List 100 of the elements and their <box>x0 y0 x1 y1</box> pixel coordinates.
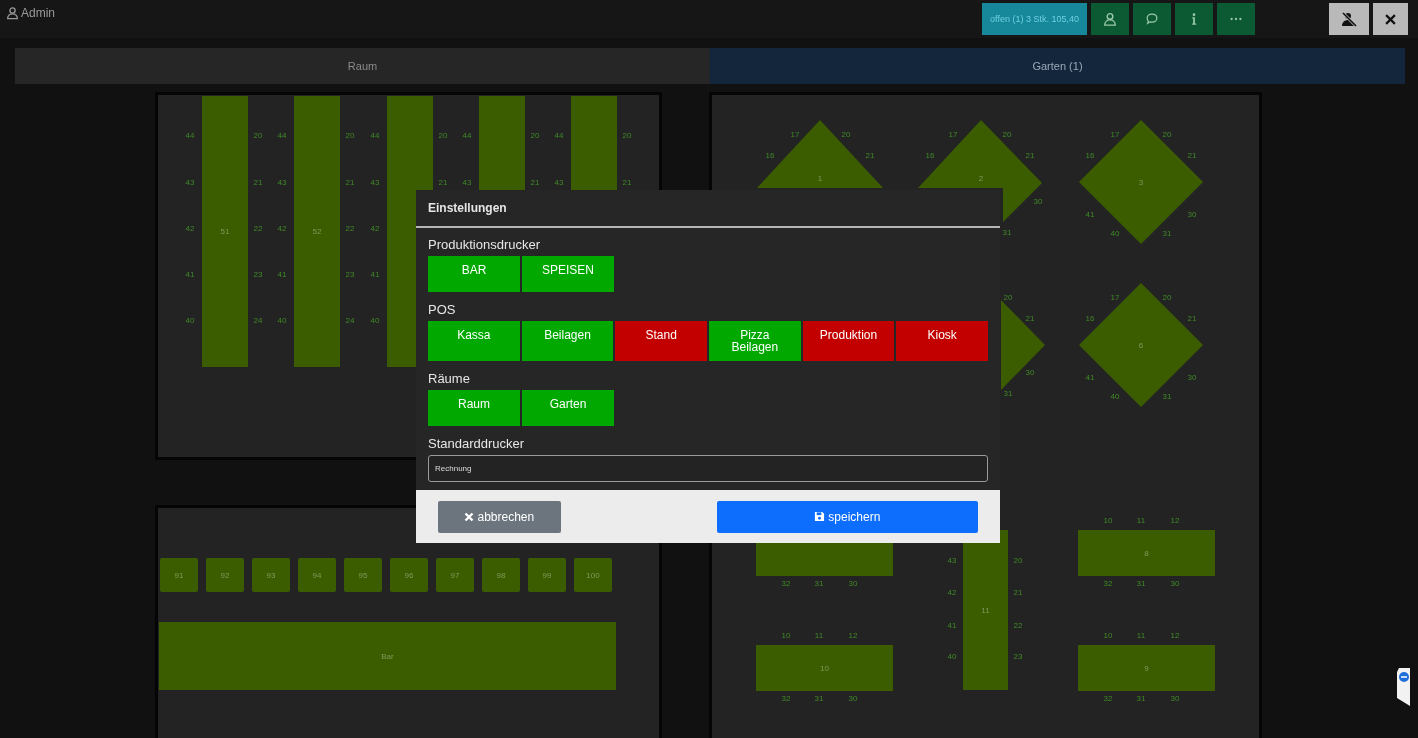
seat-number: 31 <box>1003 388 1013 398</box>
seat-number: 20 <box>438 130 448 140</box>
section-label: Produktionsdrucker <box>428 237 541 252</box>
seat-number: 40 <box>947 651 957 661</box>
seat-number: 12 <box>848 630 858 640</box>
table[interactable]: 95 <box>344 558 382 592</box>
seat-number: 17 <box>1110 292 1120 302</box>
toggle-button[interactable]: BAR <box>428 256 520 292</box>
seat-number: 31 <box>814 693 824 703</box>
seat-number: 17 <box>948 129 958 139</box>
toggle-button[interactable]: Kiosk <box>896 321 989 361</box>
toggle-button[interactable]: Beilagen <box>521 321 614 361</box>
table[interactable]: 51 <box>202 96 248 367</box>
toggle-button[interactable]: Raum <box>428 390 520 426</box>
chat-button[interactable] <box>1133 3 1171 35</box>
seat-number: 31 <box>1162 391 1172 401</box>
person-icon <box>1103 12 1117 26</box>
toggle-button[interactable]: SPEISEN <box>522 256 614 292</box>
seat-number: 41 <box>1085 209 1095 219</box>
seat-number: 32 <box>1103 693 1113 703</box>
room-tab[interactable]: Raum <box>15 48 710 84</box>
table[interactable]: 52 <box>294 96 340 367</box>
seat-number: 21 <box>253 177 263 187</box>
seat-number: 22 <box>1013 620 1023 630</box>
side-tab-icon[interactable] <box>1395 668 1410 706</box>
table[interactable]: Bar <box>159 622 616 690</box>
seat-number: 11 <box>1136 630 1146 640</box>
table[interactable]: 9 <box>1078 645 1215 691</box>
room-tab[interactable]: Garten (1) <box>710 48 1405 84</box>
seat-number: 20 <box>1013 555 1023 565</box>
seat-number: 21 <box>438 177 448 187</box>
seat-number: 21 <box>1025 150 1035 160</box>
toggle-button[interactable]: Garten <box>522 390 614 426</box>
seat-number: 21 <box>1187 313 1197 323</box>
table[interactable]: 99 <box>528 558 566 592</box>
seat-number: 16 <box>925 150 935 160</box>
dialog-title: Einstellungen <box>428 201 507 215</box>
seat-number: 30 <box>1170 578 1180 588</box>
seat-number: 10 <box>781 630 791 640</box>
toggle-button[interactable]: Pizza Beilagen <box>709 321 801 361</box>
seat-number: 30 <box>1187 372 1197 382</box>
user-icon <box>6 6 19 20</box>
table[interactable]: 100 <box>574 558 612 592</box>
seat-number: 20 <box>1162 292 1172 302</box>
table[interactable]: 97 <box>436 558 474 592</box>
table-number: 3 <box>1138 177 1144 187</box>
seat-number: 42 <box>185 223 195 233</box>
seat-number: 30 <box>1033 196 1043 206</box>
seat-number: 21 <box>1025 313 1035 323</box>
person-button[interactable] <box>1091 3 1129 35</box>
seat-number: 21 <box>622 177 632 187</box>
seat-number: 44 <box>370 130 380 140</box>
close-button[interactable] <box>1373 3 1408 35</box>
seat-number: 43 <box>462 177 472 187</box>
seat-number: 30 <box>848 578 858 588</box>
seat-number: 43 <box>554 177 564 187</box>
user-off-button[interactable] <box>1329 3 1369 35</box>
seat-number: 21 <box>345 177 355 187</box>
seat-number: 31 <box>1136 578 1146 588</box>
seat-number: 40 <box>1110 391 1120 401</box>
cancel-button[interactable]: abbrechen <box>438 500 561 533</box>
seat-number: 32 <box>1103 578 1113 588</box>
seat-number: 41 <box>185 269 195 279</box>
seat-number: 17 <box>790 129 800 139</box>
order-button[interactable]: offen (1) 3 Stk. 105,40 <box>982 3 1087 35</box>
table[interactable]: 91 <box>160 558 198 592</box>
seat-number: 12 <box>1170 515 1180 525</box>
seat-number: 32 <box>781 578 791 588</box>
table-number: 1 <box>817 173 823 183</box>
table[interactable]: 94 <box>298 558 336 592</box>
toggle-button[interactable]: Stand <box>615 321 707 361</box>
toggle-button[interactable]: Kassa <box>428 321 520 361</box>
seat-number: 41 <box>1085 372 1095 382</box>
toggle-button[interactable]: Produktion <box>802 321 895 361</box>
table[interactable]: 8 <box>1078 530 1215 576</box>
seat-number: 43 <box>185 177 195 187</box>
table[interactable]: 93 <box>252 558 290 592</box>
close-icon <box>1385 13 1396 25</box>
save-button[interactable]: speichern <box>716 500 978 533</box>
printer-select[interactable]: Rechnung <box>428 455 988 482</box>
seat-number: 44 <box>554 130 564 140</box>
seat-number: 10 <box>1103 515 1113 525</box>
seat-number: 20 <box>1002 129 1012 139</box>
table[interactable]: 96 <box>390 558 428 592</box>
seat-number: 44 <box>462 130 472 140</box>
info-button[interactable] <box>1175 3 1213 35</box>
seat-number: 11 <box>1136 515 1146 525</box>
seat-number: 30 <box>1170 693 1180 703</box>
section-label: Räume <box>428 371 471 386</box>
table[interactable]: 98 <box>482 558 520 592</box>
table[interactable]: 10 <box>756 645 893 691</box>
seat-number: 40 <box>277 315 287 325</box>
table[interactable]: 92 <box>206 558 244 592</box>
seat-number: 20 <box>253 130 263 140</box>
speech-bubble-icon <box>1145 12 1159 26</box>
table[interactable]: 11 <box>963 530 1008 690</box>
seat-number: 11 <box>814 630 824 640</box>
seat-number: 43 <box>370 177 380 187</box>
seat-number: 30 <box>1187 209 1197 219</box>
seat-number: 30 <box>1025 367 1035 377</box>
